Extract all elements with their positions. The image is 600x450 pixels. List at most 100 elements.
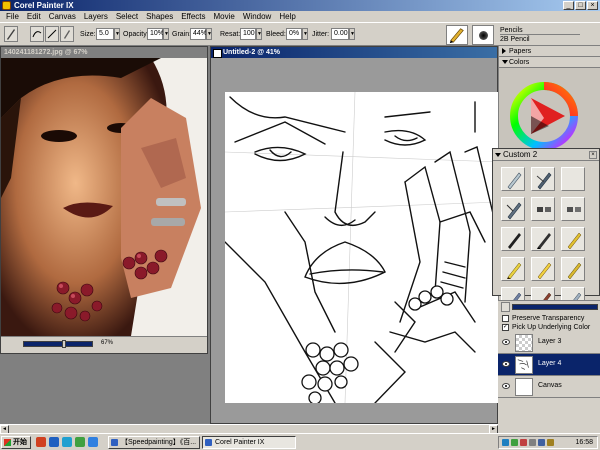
layer-item-canvas[interactable]: Canvas [498,376,600,398]
opacity-arrow-icon[interactable]: ▼ [163,28,169,40]
zoom-slider[interactable] [23,340,93,348]
brush-preset-eraser[interactable] [531,167,555,191]
canvas-document-window[interactable]: Untitled-2 @ 41% [210,46,501,424]
tray-input-icon[interactable] [538,439,545,446]
stroke-straight-icon[interactable] [45,26,59,42]
color-wheel-icon [510,82,578,150]
resat-arrow-icon[interactable]: ▼ [256,28,262,40]
grain-arrow-icon[interactable]: ▼ [206,28,212,40]
system-clock: 16:58 [575,439,593,446]
layer-options-icon[interactable] [501,302,510,312]
brush-preset-pencil-yellow[interactable] [561,227,585,251]
quicklaunch-icon-4[interactable] [75,437,85,447]
jitter-arrow-icon[interactable]: ▼ [349,28,355,40]
layers-palette: Preserve Transparency ✓ Pick Up Underlyi… [498,300,600,424]
custom-palette-close-icon[interactable]: × [589,151,597,159]
system-tray: 16:58 [498,436,598,449]
tray-security-icon[interactable] [511,439,518,446]
preserve-transparency-row[interactable]: Preserve Transparency [502,314,584,323]
painter-app-icon [2,1,11,10]
resat-label: Resat: [220,31,241,38]
layer-item-layer-4[interactable]: Layer 4 [498,354,600,376]
brush-variant-selector[interactable] [472,25,494,45]
reference-window-title[interactable]: 140241181272.jpg @ 67% [1,47,207,58]
opacity-field[interactable]: 10% [147,28,164,40]
sketch-thumbnail-icon [517,359,529,370]
menu-layers[interactable]: Layers [80,11,112,22]
tray-app-icon[interactable] [547,439,554,446]
pick-up-color-checkbox[interactable]: ✓ [502,324,509,331]
canvas-window-title[interactable]: Untitled-2 @ 41% [211,47,497,58]
grain-label: Grain: [172,31,192,38]
pencil-sketch [225,92,501,403]
brush-tool-icon[interactable] [4,26,18,42]
menu-edit[interactable]: Edit [23,11,45,22]
menu-canvas[interactable]: Canvas [45,11,80,22]
brush-preset-chalk-1[interactable] [531,197,555,221]
menu-effects[interactable]: Effects [177,11,209,22]
colors-palette-header[interactable]: Colors [499,57,600,68]
custom-palette-title[interactable]: Custom 2 [493,149,599,161]
quicklaunch-icon-5[interactable] [88,437,98,447]
tray-volume-icon[interactable] [529,439,536,446]
close-button[interactable]: × [587,1,598,10]
bleed-field[interactable]: 0% [286,28,302,40]
tray-network-icon[interactable] [502,439,509,446]
zoom-slider-thumb[interactable] [62,340,66,348]
pick-up-color-row[interactable]: ✓ Pick Up Underlying Color [502,323,590,332]
menu-shapes[interactable]: Shapes [142,11,177,22]
property-bar: Size: 5.0 ▼ Opacity: 10% ▼ Grain: 44% ▼ … [0,22,600,46]
task-button-speedpainting[interactable]: 【Speedpainting】《百... [108,436,200,449]
resat-field[interactable]: 100 [240,28,256,40]
reference-photo[interactable] [1,58,207,336]
menu-bar: File Edit Canvas Layers Select Shapes Ef… [0,11,600,22]
horizontal-scrollbar[interactable]: ◄ ► [0,424,498,434]
brush-preset-blender[interactable] [501,167,525,191]
visibility-eye-icon[interactable] [502,339,510,345]
layer-thumbnail [515,334,533,352]
menu-select[interactable]: Select [112,11,142,22]
size-arrow-icon[interactable]: ▼ [114,28,120,40]
brush-preset-airbrush[interactable] [501,197,525,221]
menu-window[interactable]: Window [239,11,275,22]
maximize-button[interactable]: □ [575,1,586,10]
visibility-eye-icon[interactable] [502,383,510,389]
layer-name: Layer 3 [538,338,562,345]
portrait-photo [1,58,207,336]
drawing-canvas[interactable] [225,92,501,403]
bleed-arrow-icon[interactable]: ▼ [302,28,308,40]
custom-brush-palette[interactable]: Custom 2 × [492,148,600,311]
minimize-button[interactable]: _ [563,1,574,10]
start-button[interactable]: 开始 [1,436,31,449]
layer-item-layer-3[interactable]: Layer 3 [498,332,600,354]
quicklaunch-icon-1[interactable] [36,437,46,447]
grain-field[interactable]: 44% [190,28,207,40]
brush-preset-empty[interactable] [561,167,585,191]
brush-category-selector[interactable] [446,25,468,45]
brush-preset-marker-yellow[interactable] [501,257,525,281]
visibility-eye-icon[interactable] [502,361,510,367]
quicklaunch-icon-2[interactable] [49,437,59,447]
task-button-painter[interactable]: Corel Painter IX [202,436,296,449]
layer-opacity-slider[interactable] [512,304,598,310]
bleed-label: Bleed: [266,31,286,38]
reference-image-window[interactable]: 140241181272.jpg @ 67% 67% [0,46,208,354]
stroke-freehand-icon[interactable] [30,26,44,42]
menu-file[interactable]: File [2,11,23,22]
brush-reset-icon[interactable] [60,26,74,42]
tray-antivirus-icon[interactable] [520,439,527,446]
brush-preset-pen-gold[interactable] [561,257,585,281]
brush-preset-charcoal[interactable] [501,227,525,251]
brush-preset-pencil-gold[interactable] [531,257,555,281]
menu-help[interactable]: Help [275,11,299,22]
brush-preset-oil[interactable] [531,227,555,251]
papers-palette-header[interactable]: Papers [499,46,600,57]
brush-preset-chalk-2[interactable] [561,197,585,221]
color-wheel-area[interactable] [499,68,600,150]
size-field[interactable]: 5.0 [96,28,114,40]
menu-movie[interactable]: Movie [210,11,239,22]
jitter-field[interactable]: 0.00 [331,28,349,40]
preserve-transparency-checkbox[interactable] [502,315,509,322]
quicklaunch-icon-3[interactable] [62,437,72,447]
layer-name: Layer 4 [538,360,562,367]
